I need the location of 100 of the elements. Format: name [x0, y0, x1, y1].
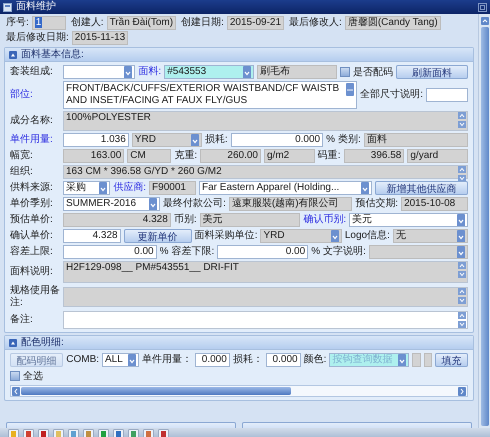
- scroll-thumb[interactable]: [21, 387, 291, 395]
- number-field[interactable]: 4.328: [63, 229, 121, 243]
- taskbar-app-icon[interactable]: [98, 429, 109, 437]
- field-label: 供应商:: [113, 182, 146, 194]
- collapse-icon[interactable]: [9, 50, 17, 58]
- taskbar-app-icon[interactable]: [68, 429, 79, 437]
- push-button[interactable]: 填充: [435, 353, 468, 367]
- caret-icon[interactable]: [361, 182, 370, 194]
- number-field[interactable]: 260.00: [200, 149, 261, 163]
- number-field[interactable]: 0.00: [63, 245, 157, 259]
- text-area[interactable]: 163 CM * 396.58 G/YD * 260 G/M2: [63, 165, 468, 179]
- field-label: 套装组成:: [10, 66, 54, 78]
- scroll-thumb[interactable]: [480, 27, 488, 426]
- scroll-arrows-icon[interactable]: [458, 112, 466, 128]
- text-field[interactable]: [426, 88, 468, 102]
- text-field[interactable]: 2015-09-21: [226, 16, 284, 30]
- taskbar-app-icon[interactable]: [158, 429, 169, 437]
- field-label: 损耗:: [204, 134, 228, 146]
- text-field[interactable]: FRONT/BACK/CUFFS/EXTERIOR WAISTBAND/CF WAISTBAND INSET/FACING AT FAUX FLY/GUS: [63, 81, 358, 109]
- caret-icon[interactable]: [99, 182, 108, 194]
- caret-icon[interactable]: [124, 66, 132, 78]
- dropdown-field[interactable]: #543553: [164, 65, 254, 79]
- caret-icon[interactable]: [149, 198, 158, 210]
- dropdown-field[interactable]: 无: [392, 229, 468, 243]
- checkbox[interactable]: [10, 371, 20, 381]
- window-title: 面料维护: [16, 1, 57, 13]
- push-button[interactable]: 更新单价: [124, 229, 192, 243]
- scroll-left-icon[interactable]: [12, 386, 20, 396]
- text-field[interactable]: CM: [127, 149, 172, 163]
- caret-icon[interactable]: [457, 246, 465, 258]
- number-field[interactable]: 0.000: [266, 353, 301, 367]
- number-field[interactable]: 4.328: [63, 213, 171, 227]
- text-field[interactable]: g/yard: [407, 149, 468, 163]
- push-button[interactable]: 刷新面料: [396, 65, 468, 79]
- text-field[interactable]: 2015-10-08: [401, 197, 468, 211]
- horizontal-scrollbar[interactable]: [10, 385, 468, 397]
- dropdown-field[interactable]: YRD: [260, 229, 342, 243]
- caret-icon[interactable]: [330, 230, 339, 242]
- caret-icon[interactable]: [128, 354, 136, 366]
- taskbar-app-icon[interactable]: [143, 429, 154, 437]
- field-label: 损耗：: [232, 354, 263, 366]
- field-label: 容差上限:: [10, 246, 54, 258]
- scroll-arrows-icon[interactable]: [458, 262, 466, 278]
- dropdown-field[interactable]: SUMMER-2016: [63, 197, 160, 211]
- text-area[interactable]: [63, 311, 468, 329]
- text-field[interactable]: [412, 353, 421, 367]
- caret-icon[interactable]: [190, 134, 199, 146]
- field-label: 币别:: [174, 214, 197, 226]
- text-field[interactable]: 2015-11-13: [72, 31, 128, 45]
- text-field[interactable]: g/m2: [264, 149, 315, 163]
- taskbar-app-icon[interactable]: [128, 429, 139, 437]
- field-label: 面料:: [138, 66, 162, 78]
- field-label: 容差下限:: [172, 246, 214, 258]
- push-button[interactable]: 新增其他供应商: [375, 181, 468, 195]
- dropdown-field[interactable]: 采购: [63, 181, 110, 195]
- text-field[interactable]: 遠東服裝(越南)有限公司: [228, 197, 352, 211]
- dropdown-field[interactable]: ALL: [102, 353, 140, 367]
- dropdown-field[interactable]: YRD: [132, 133, 202, 147]
- checkbox-label: 是否配码: [353, 66, 394, 79]
- dropdown-field[interactable]: [368, 245, 468, 259]
- number-field[interactable]: 163.00: [63, 149, 124, 163]
- field-label: 面料说明:: [10, 266, 54, 278]
- dropdown-field[interactable]: [63, 65, 136, 79]
- text-field[interactable]: F90001: [149, 181, 196, 195]
- number-field[interactable]: 0.00: [217, 245, 308, 259]
- number-field[interactable]: 0.000: [230, 133, 324, 147]
- text-field[interactable]: [424, 353, 432, 367]
- text-area[interactable]: 100%POLYESTER: [63, 111, 468, 131]
- taskbar-app-icon[interactable]: [83, 429, 94, 437]
- field-label: 序号:: [6, 17, 29, 29]
- text-field[interactable]: 刷毛布: [257, 65, 338, 79]
- text-field[interactable]: Trần Đài(Tom): [106, 16, 176, 30]
- field-label: 码重:: [318, 150, 341, 162]
- number-field[interactable]: 1.036: [63, 133, 129, 147]
- collapse-icon[interactable]: [9, 338, 17, 346]
- number-field[interactable]: 396.58: [344, 149, 404, 163]
- taskbar-app-icon[interactable]: [38, 429, 49, 437]
- checkbox[interactable]: [340, 67, 350, 77]
- restore-icon[interactable]: [478, 2, 487, 12]
- more-icon[interactable]: [346, 83, 354, 96]
- text-area[interactable]: H2F129-098__ PM#543551__ DRI-FIT: [63, 261, 468, 283]
- caret-icon[interactable]: [457, 230, 465, 242]
- text-field[interactable]: 1: [32, 16, 66, 30]
- taskbar-app-icon[interactable]: [113, 429, 124, 437]
- vertical-scrollbar[interactable]: [478, 14, 490, 428]
- unit-label: %: [311, 246, 320, 258]
- scroll-arrows-icon[interactable]: [458, 166, 466, 182]
- taskbar-app-icon[interactable]: [23, 429, 34, 437]
- unit-label: %: [160, 246, 169, 258]
- scroll-arrows-icon[interactable]: [458, 288, 466, 304]
- field-label: 创建日期:: [181, 17, 224, 29]
- dropdown-field[interactable]: Far Eastern Apparel (Holding...: [199, 181, 372, 195]
- scroll-arrows-icon[interactable]: [458, 312, 466, 328]
- text-field[interactable]: 面料: [364, 133, 468, 147]
- scroll-up-icon[interactable]: [480, 17, 488, 25]
- scroll-right-icon[interactable]: [458, 386, 466, 396]
- caret-icon[interactable]: [243, 66, 252, 78]
- caret-icon[interactable]: [398, 354, 406, 366]
- number-field[interactable]: 0.000: [195, 353, 230, 367]
- caret-icon[interactable]: [457, 214, 465, 226]
